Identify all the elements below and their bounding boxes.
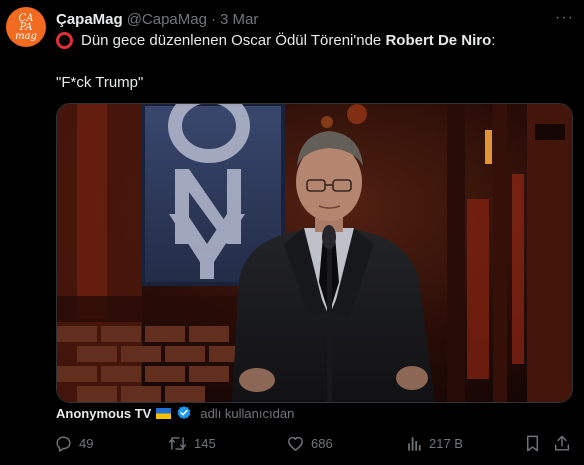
credit-suffix: adlı kullanıcıdan (200, 405, 295, 421)
like-button[interactable]: 686 (286, 434, 333, 453)
tweet-date[interactable]: 3 Mar (220, 11, 258, 28)
more-icon[interactable]: ··· (555, 9, 574, 27)
tweet-actions: 49 145 686 217 B (50, 434, 572, 458)
reply-count: 49 (79, 436, 94, 451)
tweet-text-bold: Robert De Niro (385, 32, 492, 49)
views-button[interactable]: 217 B (406, 434, 463, 453)
tweet-text-suffix: : (491, 32, 496, 49)
views-count: 217 B (429, 436, 463, 451)
tweet-video[interactable] (56, 103, 573, 403)
credit-name[interactable]: Anonymous TV (56, 406, 151, 421)
tweet-text-prefix: Dün gece düzenlenen Oscar Ödül Töreni'nd… (81, 32, 386, 49)
share-button[interactable] (553, 434, 571, 453)
views-icon (408, 437, 421, 451)
like-icon (288, 436, 303, 451)
display-name[interactable]: ÇapaMag (56, 11, 123, 28)
avatar[interactable]: ÇA PA mag (6, 7, 46, 47)
reply-icon (56, 436, 71, 452)
reply-button[interactable]: 49 (54, 434, 93, 453)
bookmark-button[interactable] (524, 434, 541, 453)
media-credit: Anonymous TV adlı kullanıcıdan (56, 405, 294, 421)
repost-button[interactable]: 145 (167, 434, 216, 453)
like-count: 686 (311, 436, 333, 451)
ukraine-flag-icon (156, 407, 172, 419)
share-icon (554, 435, 570, 451)
tweet-header: ÇapaMag @CapaMag · 3 Mar ··· (56, 9, 574, 29)
user-handle[interactable]: @CapaMag (127, 11, 207, 28)
red-circle-icon (56, 32, 73, 49)
video-frame (57, 104, 572, 402)
repost-count: 145 (194, 436, 216, 451)
bookmark-icon (527, 435, 538, 452)
avatar-logo-text: ÇA PA mag (15, 12, 37, 42)
separator-dot: · (210, 10, 216, 28)
tweet-text-line1: Dün gece düzenlenen Oscar Ödül Töreni'nd… (56, 32, 495, 49)
tweet-text-line2: "F*ck Trump" (56, 74, 144, 91)
repost-icon (168, 437, 187, 450)
verified-badge-icon (177, 406, 191, 420)
